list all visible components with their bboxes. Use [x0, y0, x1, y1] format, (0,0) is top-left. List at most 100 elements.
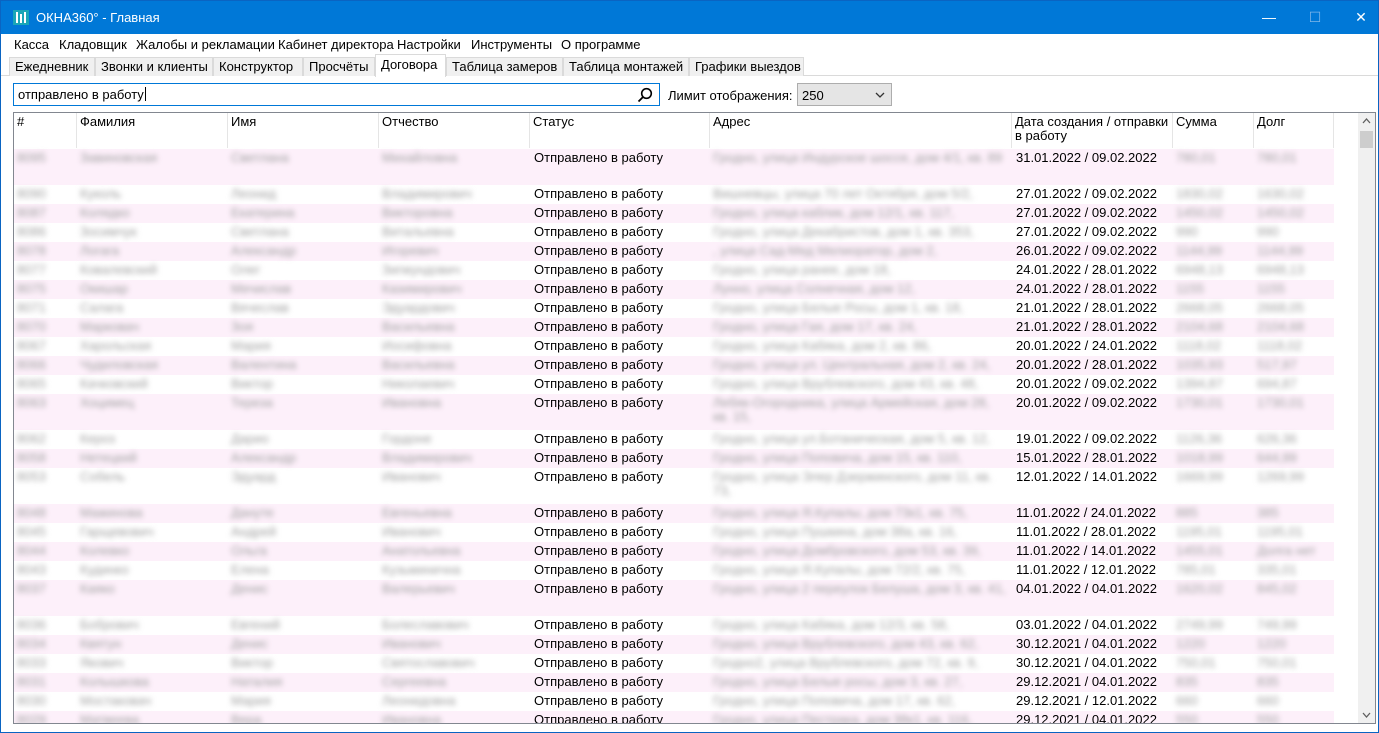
- search-input[interactable]: отправлено в работу: [13, 83, 660, 106]
- cell-num: 8058: [17, 450, 46, 465]
- column-header-middle-name[interactable]: Отчество: [379, 113, 530, 148]
- table-row[interactable]: 8033 Якович Виктор Святославович Отправлено …: [14, 654, 1334, 673]
- table-row[interactable]: 8077 Ковалевский Олег Зигмундович Отправлено…: [14, 261, 1334, 280]
- cell-first-name: Светлана: [231, 150, 289, 165]
- column-header-first-name[interactable]: Имя: [228, 113, 379, 148]
- table-row[interactable]: 8045 Гарщевович Андрей Иванович Отправлено в…: [14, 523, 1334, 542]
- cell-sum: 1394,87: [1176, 376, 1223, 391]
- column-header-last-name[interactable]: Фамилия: [77, 113, 228, 148]
- table-body: # Фамилия Имя Отчество Статус Адрес Дата…: [14, 113, 1357, 723]
- cell-num: 8090: [17, 186, 46, 201]
- column-header-num[interactable]: #: [14, 113, 77, 148]
- cell-address: Гродно, улица Я.Купалы, дом 73к1, кв. 75…: [713, 505, 968, 520]
- cell-sum: 1730,01: [1176, 395, 1223, 410]
- scrollbar-thumb[interactable]: [1360, 131, 1373, 148]
- cell-address: Гродно, улица каблик, дом 12/1, кв. 117,: [713, 205, 954, 220]
- cell-status: Отправлено в работу: [534, 617, 663, 632]
- tab-trip-schedules[interactable]: Графики выездов: [689, 57, 804, 76]
- table-row[interactable]: 8067 Харольская Мария Иосифовна Отправлено в…: [14, 337, 1334, 356]
- table-row[interactable]: 8029 Матвеева Вера Ивановна Отправлено в раб…: [14, 711, 1334, 723]
- cell-middle-name: Иванович: [382, 636, 441, 651]
- table-row[interactable]: 8078 Логага Александр Игоревич Отправлено в …: [14, 242, 1334, 261]
- cell-status: Отправлено в работу: [534, 150, 663, 165]
- column-header-dates[interactable]: Дата создания / отправки в работу: [1012, 113, 1173, 148]
- column-header-status[interactable]: Статус: [530, 113, 710, 148]
- cell-debt: 749,99: [1257, 617, 1297, 632]
- cell-middle-name: Николаевич: [382, 376, 455, 391]
- table-row[interactable]: 8044 Колевко Ольга Анатольевна Отправлено в …: [14, 542, 1334, 561]
- cell-last-name: Харольская: [80, 338, 152, 353]
- menu-kladovshik[interactable]: Кладовщик: [59, 37, 127, 52]
- tab-constructor[interactable]: Конструктор: [213, 57, 303, 76]
- cell-middle-name: Святославович: [382, 655, 475, 670]
- table-row[interactable]: 8065 Качковский Виктор Николаевич Отправлено…: [14, 375, 1334, 394]
- cell-last-name: Матвеева: [80, 712, 140, 724]
- app-window: ОКНА360° - Главная — ☐ ✕ Касса Кладовщик…: [0, 0, 1379, 733]
- table-row[interactable]: 8058 Нетецкий Александр Владимирович Отправл…: [14, 449, 1334, 468]
- cell-first-name: Евгений: [231, 617, 280, 632]
- vertical-scrollbar[interactable]: [1358, 113, 1375, 723]
- minimize-button[interactable]: —: [1246, 1, 1292, 34]
- menu-about[interactable]: О программе: [561, 37, 641, 52]
- table-row[interactable]: 8053 Собель Эдуард Иванович Отправлено в раб…: [14, 468, 1334, 504]
- cell-address: Гродно, улица Индурское шоссе, дом 4/1, …: [713, 150, 1003, 165]
- cell-last-name: Ковалевский: [80, 262, 158, 277]
- menu-kassa[interactable]: Касса: [14, 37, 49, 52]
- cell-dates: 21.01.2022 / 28.01.2022: [1016, 300, 1157, 315]
- table-row[interactable]: 8037 Каяко Денис Валерьевич Отправлено в раб…: [14, 580, 1334, 616]
- table-row[interactable]: 8036 Бобрович Евгений Болеславович Отправлен…: [14, 616, 1334, 635]
- cell-sum: 2668,05: [1176, 300, 1223, 315]
- cell-first-name: Зоя: [231, 319, 254, 334]
- scroll-up-icon[interactable]: [1362, 117, 1371, 125]
- limit-select[interactable]: 250: [797, 83, 892, 106]
- maximize-button[interactable]: ☐: [1292, 1, 1338, 34]
- menu-settings[interactable]: Настройки: [397, 37, 461, 52]
- title-bar[interactable]: ОКНА360° - Главная — ☐ ✕: [1, 1, 1378, 34]
- table-row[interactable]: 8062 Кероз Дарио Гордоне Отправлено в работу…: [14, 430, 1334, 449]
- table-row[interactable]: 8031 Колышкова Наталия Сергеевна Отправлено …: [14, 673, 1334, 692]
- cell-middle-name: Леонидовна: [382, 693, 456, 708]
- cell-dates: 20.01.2022 / 09.02.2022: [1016, 376, 1157, 391]
- menu-tools[interactable]: Инструменты: [471, 37, 552, 52]
- table-row[interactable]: 8030 Мостаковач Мария Леонидовна Отправлено …: [14, 692, 1334, 711]
- tab-estimates[interactable]: Просчёты: [303, 57, 375, 76]
- table-row[interactable]: 8048 Мажинова Дануте Евгеньевна Отправлено в…: [14, 504, 1334, 523]
- tab-installations[interactable]: Таблица монтажей: [563, 57, 689, 76]
- cell-sum: 6948,13: [1176, 262, 1223, 277]
- cell-last-name: Качковский: [80, 376, 148, 391]
- cell-debt: 750,01: [1257, 655, 1297, 670]
- table-row[interactable]: 8095 Завиновская Светлана Михайловна Отправл…: [14, 149, 1334, 185]
- column-header-sum[interactable]: Сумма: [1173, 113, 1254, 148]
- table-row[interactable]: 8086 Зосимчук Светлана Витальевна Отправлено…: [14, 223, 1334, 242]
- table-row[interactable]: 8090 Куколь Леонид Владимирович Отправлено в…: [14, 185, 1334, 204]
- table-row[interactable]: 8043 Кудинко Елена Кузьминична Отправлено в …: [14, 561, 1334, 580]
- table-row[interactable]: 8066 Чудиловская Валентина Васильевна Отправ…: [14, 356, 1334, 375]
- table-row[interactable]: 8075 Окишар Мечислав Казимирович Отправлено …: [14, 280, 1334, 299]
- search-icon[interactable]: [637, 87, 653, 103]
- table-row[interactable]: 8034 Квятун Денис Иванович Отправлено в рабо…: [14, 635, 1334, 654]
- menu-director-cabinet[interactable]: Кабинет директора: [278, 37, 394, 52]
- column-header-address[interactable]: Адрес: [710, 113, 1012, 148]
- scroll-down-icon[interactable]: [1362, 711, 1371, 719]
- cell-dates: 31.01.2022 / 09.02.2022: [1016, 150, 1157, 165]
- cell-last-name: Окишар: [80, 281, 128, 296]
- table-row[interactable]: 8070 Марковач Зоя Васильевна Отправлено в ра…: [14, 318, 1334, 337]
- column-header-debt[interactable]: Долг: [1254, 113, 1334, 148]
- tab-measurements[interactable]: Таблица замеров: [446, 57, 563, 76]
- tab-contracts[interactable]: Договора: [375, 54, 446, 77]
- contracts-table[interactable]: # Фамилия Имя Отчество Статус Адрес Дата…: [13, 112, 1376, 724]
- cell-middle-name: Эдуардович: [382, 300, 455, 315]
- table-row[interactable]: 8071 Салага Вячеслав Эдуардович Отправлено в…: [14, 299, 1334, 318]
- table-row[interactable]: 8063 Хоцимец Тереза Ивановна Отправлено в ра…: [14, 394, 1334, 430]
- cell-dates: 29.12.2021 / 12.01.2022: [1016, 693, 1157, 708]
- cell-status: Отправлено в работу: [534, 186, 663, 201]
- table-row[interactable]: 8087 Колядко Екатерина Викторовна Отправлено…: [14, 204, 1334, 223]
- cell-sum: 1669,99: [1176, 469, 1223, 484]
- cell-dates: 15.01.2022 / 28.01.2022: [1016, 450, 1157, 465]
- cell-first-name: Дарио: [231, 431, 269, 446]
- tab-diary[interactable]: Ежедневник: [9, 57, 95, 76]
- menu-complaints[interactable]: Жалобы и рекламации: [136, 37, 275, 52]
- tab-calls-clients[interactable]: Звонки и клиенты: [95, 57, 213, 76]
- close-button[interactable]: ✕: [1338, 1, 1379, 34]
- cell-first-name: Наталия: [231, 674, 283, 689]
